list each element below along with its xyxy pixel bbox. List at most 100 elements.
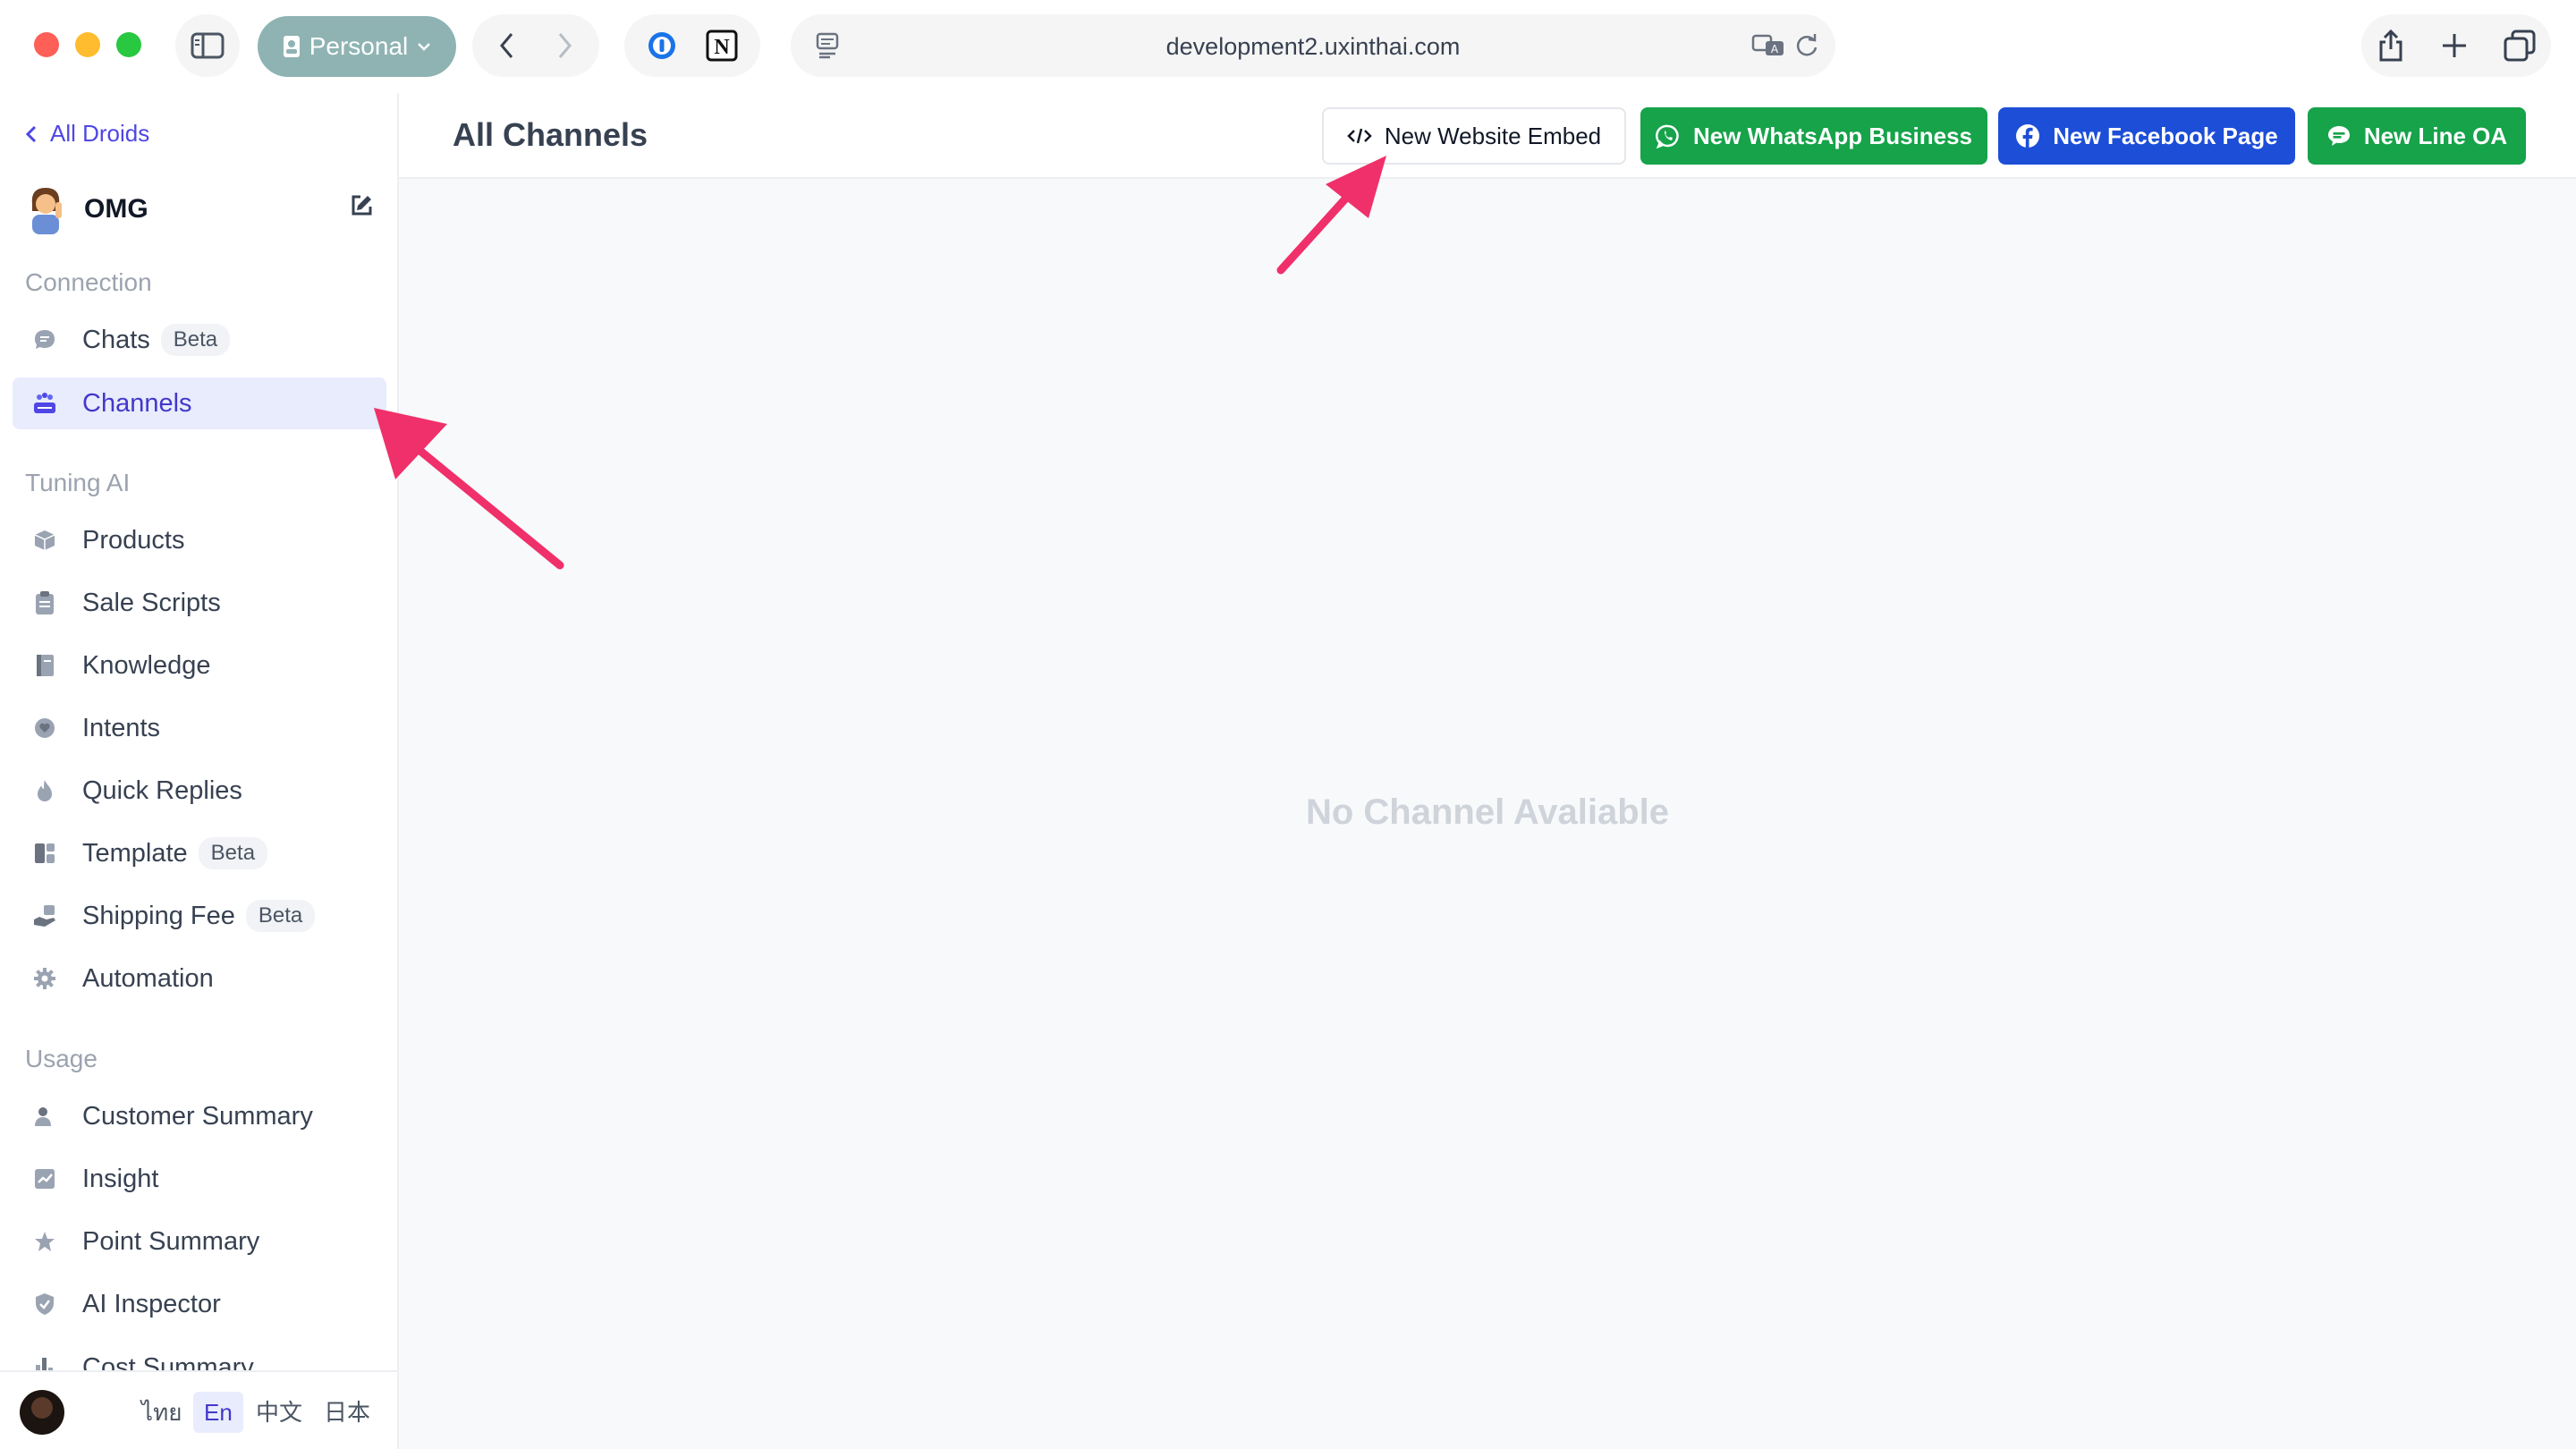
forward-arrow-icon[interactable] xyxy=(555,31,573,60)
lang-english[interactable]: En xyxy=(193,1392,243,1433)
sidebar-item-products[interactable]: Products xyxy=(13,514,386,566)
package-hand-icon xyxy=(32,903,57,928)
new-line-oa-button[interactable]: New Line OA xyxy=(2308,107,2526,165)
bar-chart-icon xyxy=(32,1353,57,1370)
sidebar-item-channels[interactable]: Channels xyxy=(13,377,386,429)
sidebar-item-label: Shipping Fee xyxy=(82,901,235,930)
line-icon xyxy=(2327,126,2350,146)
heart-bubble-icon xyxy=(32,716,57,741)
sidebar-item-knowledge[interactable]: Knowledge xyxy=(13,640,386,691)
window-minimize-button[interactable] xyxy=(75,32,100,57)
svg-text:N: N xyxy=(714,36,730,59)
lang-japanese[interactable]: 日本 xyxy=(313,1392,381,1433)
extensions-group: N xyxy=(624,14,760,77)
droid-avatar xyxy=(23,184,68,234)
lang-chinese[interactable]: 中文 xyxy=(245,1392,313,1433)
app-sidebar: All Droids OMG Connection Chats Beta Cha… xyxy=(0,93,399,1449)
lang-thai[interactable]: ไทย xyxy=(131,1392,192,1433)
beta-badge: Beta xyxy=(160,324,231,356)
password-manager-icon[interactable] xyxy=(647,30,677,61)
all-droids-link[interactable]: All Droids xyxy=(25,120,149,148)
back-arrow-icon[interactable] xyxy=(498,31,516,60)
new-facebook-page-button[interactable]: New Facebook Page xyxy=(1998,107,2295,165)
edit-icon[interactable] xyxy=(349,193,374,218)
svg-text:A: A xyxy=(1771,43,1779,55)
id-badge-icon xyxy=(283,36,300,57)
new-tab-icon[interactable] xyxy=(2441,32,2468,59)
url-text: development2.uxinthai.com xyxy=(1165,33,1461,60)
button-label: New Facebook Page xyxy=(2053,122,2278,149)
all-droids-label: All Droids xyxy=(50,120,150,147)
sidebar-item-chats[interactable]: Chats Beta xyxy=(13,314,386,366)
sidebar-item-label: Sale Scripts xyxy=(82,588,221,617)
sidebar-item-automation[interactable]: Automation xyxy=(13,953,386,1004)
page-header: All Channels New Website Embed New Whats… xyxy=(399,93,2576,179)
new-website-embed-button[interactable]: New Website Embed xyxy=(1322,107,1626,165)
share-icon[interactable] xyxy=(2377,29,2405,63)
sidebar-toggle-icon xyxy=(191,32,225,59)
history-nav xyxy=(472,14,599,77)
sidebar-item-label: Automation xyxy=(82,963,214,993)
sidebar-item-template[interactable]: Template Beta xyxy=(13,827,386,879)
window-close-button[interactable] xyxy=(34,32,59,57)
sidebar-item-label: Point Summary xyxy=(82,1226,260,1256)
section-usage: Usage xyxy=(25,1045,97,1072)
button-label: New WhatsApp Business xyxy=(1692,122,1973,149)
sidebar-toggle-button[interactable] xyxy=(175,14,240,77)
user-avatar[interactable] xyxy=(20,1390,64,1435)
clipboard-icon xyxy=(32,590,57,615)
button-label: New Line OA xyxy=(2363,122,2508,149)
sidebar-item-shipping-fee[interactable]: Shipping Fee Beta xyxy=(13,890,386,942)
sidebar-item-label: Chats xyxy=(82,325,150,354)
code-icon xyxy=(1347,128,1372,144)
empty-state-message: No Channel Avaliable xyxy=(1305,792,1669,832)
sidebar-item-label: Insight xyxy=(82,1164,159,1193)
main-content: All Channels New Website Embed New Whats… xyxy=(399,93,2576,1449)
book-icon xyxy=(32,653,57,678)
sidebar-item-intents[interactable]: Intents xyxy=(13,702,386,754)
reload-icon[interactable] xyxy=(1794,32,1819,59)
notion-icon[interactable]: N xyxy=(706,30,738,62)
address-bar[interactable]: development2.uxinthai.com A xyxy=(791,14,1835,77)
browser-toolbar: Personal N development2.uxinthai.com A xyxy=(0,0,2576,93)
sidebar-item-point-summary[interactable]: Point Summary xyxy=(13,1216,386,1267)
profile-switcher[interactable]: Personal xyxy=(258,16,456,77)
chat-bubble-icon xyxy=(32,327,57,352)
template-icon xyxy=(32,841,57,866)
sidebar-item-ai-inspector[interactable]: AI Inspector xyxy=(13,1278,386,1330)
person-emoji-icon xyxy=(31,188,62,234)
window-zoom-button[interactable] xyxy=(116,32,141,57)
droid-header: OMG xyxy=(23,181,374,238)
sidebar-item-label: Knowledge xyxy=(82,650,211,680)
translate-icon[interactable]: A xyxy=(1751,32,1787,59)
droid-name: OMG xyxy=(84,194,148,224)
sidebar-item-label: Products xyxy=(82,525,185,555)
chevron-down-icon xyxy=(418,43,431,51)
sidebar-item-insight[interactable]: Insight xyxy=(13,1153,386,1205)
shield-icon xyxy=(32,1292,57,1317)
star-icon xyxy=(32,1229,57,1254)
sidebar-item-customer-summary[interactable]: Customer Summary xyxy=(13,1090,386,1142)
section-tuning-ai: Tuning AI xyxy=(25,469,131,496)
sidebar-item-sale-scripts[interactable]: Sale Scripts xyxy=(13,577,386,629)
facebook-icon xyxy=(2016,124,2040,148)
tab-overview-icon[interactable] xyxy=(2504,30,2536,62)
sidebar-item-label: Customer Summary xyxy=(82,1101,313,1131)
beta-badge: Beta xyxy=(198,837,268,869)
cube-icon xyxy=(32,528,57,553)
chevron-left-icon xyxy=(25,125,37,142)
trend-chart-icon xyxy=(32,1166,57,1191)
sidebar-item-quick-replies[interactable]: Quick Replies xyxy=(13,765,386,817)
new-whatsapp-business-button[interactable]: New WhatsApp Business xyxy=(1640,107,1987,165)
section-connection: Connection xyxy=(25,268,152,296)
sidebar-item-label: Intents xyxy=(82,713,161,742)
sidebar-item-label: Cost Summary xyxy=(82,1353,254,1370)
channels-icon xyxy=(32,391,57,416)
user-icon xyxy=(32,1104,57,1129)
sidebar-item-cost-summary[interactable]: Cost Summary xyxy=(13,1341,386,1370)
whatsapp-icon xyxy=(1656,124,1679,148)
beta-badge: Beta xyxy=(245,900,316,932)
sidebar-footer: ไทย En 中文 日本 xyxy=(0,1370,397,1449)
profile-label: Personal xyxy=(309,32,409,60)
button-label: New Website Embed xyxy=(1384,122,1602,149)
